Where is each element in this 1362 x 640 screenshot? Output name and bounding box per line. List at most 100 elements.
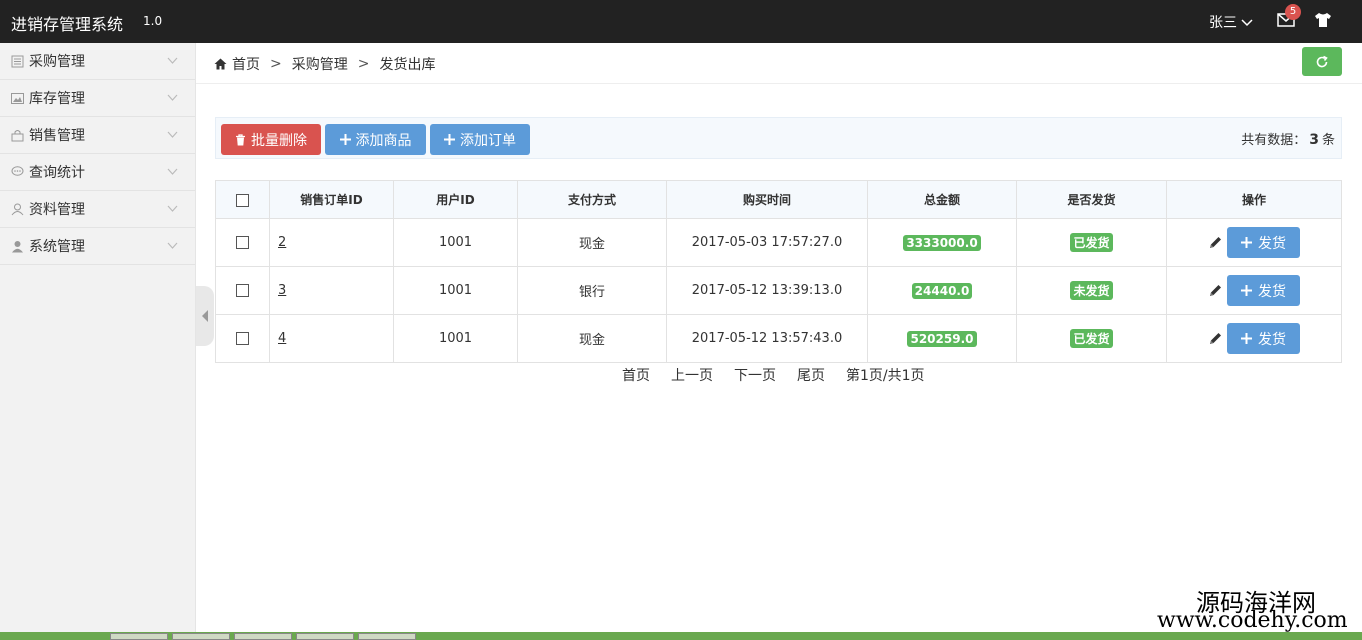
row-checkbox[interactable]	[236, 332, 249, 345]
user-name: 张三	[1209, 15, 1237, 31]
table-row: 4 1001 现金 2017-05-12 13:57:43.0 520259.0…	[215, 314, 1342, 363]
refresh-button[interactable]	[1302, 47, 1342, 76]
pager-last[interactable]: 尾页	[797, 365, 825, 385]
list-icon	[11, 55, 24, 68]
row-select-cell	[215, 266, 270, 315]
sidebar-item-data[interactable]: 资料管理	[0, 191, 195, 228]
ship-button-label: 发货	[1258, 283, 1286, 300]
sidebar-item-label: 查询统计	[29, 165, 85, 181]
breadcrumb-separator: >	[357, 56, 370, 72]
action-toolbar: 批量删除 添加商品 添加订单 共有数据： 3 条	[215, 117, 1342, 159]
amount-cell: 24440.0	[867, 266, 1017, 315]
sidebar-item-purchase[interactable]: 采购管理	[0, 43, 195, 80]
chevron-down-icon	[1241, 19, 1253, 27]
pager-first[interactable]: 首页	[622, 365, 650, 385]
ship-button[interactable]: 发货	[1227, 323, 1300, 354]
plus-icon	[1241, 333, 1252, 344]
shipped-status-badge: 已发货	[1070, 329, 1113, 348]
table-row: 3 1001 银行 2017-05-12 13:39:13.0 24440.0 …	[215, 266, 1342, 315]
chevron-down-icon	[167, 168, 178, 175]
pencil-icon[interactable]	[1208, 235, 1223, 250]
sidebar-item-inventory[interactable]: 库存管理	[0, 80, 195, 117]
pager-next[interactable]: 下一页	[734, 365, 776, 385]
ship-button[interactable]: 发货	[1227, 227, 1300, 258]
amount-cell: 520259.0	[867, 314, 1017, 363]
sidebar-item-system[interactable]: 系统管理	[0, 228, 195, 265]
ship-button-label: 发货	[1258, 235, 1286, 252]
select-all-cell	[215, 180, 270, 219]
shipped-cell: 已发货	[1016, 218, 1167, 267]
sidebar-item-sales[interactable]: 销售管理	[0, 117, 195, 154]
breadcrumb-level1[interactable]: 采购管理	[292, 54, 348, 74]
record-count: 共有数据： 3 条	[1241, 129, 1335, 148]
comment-icon	[11, 166, 24, 179]
sidebar-item-label: 系统管理	[29, 239, 85, 255]
taskbar-button[interactable]	[296, 633, 354, 640]
user-icon	[11, 203, 24, 216]
payment-cell: 现金	[517, 218, 667, 267]
mail-count-badge: 5	[1285, 4, 1301, 20]
sidebar-item-label: 采购管理	[29, 54, 85, 70]
actions-cell: 发货	[1166, 218, 1342, 267]
chevron-down-icon	[167, 94, 178, 101]
add-order-button[interactable]: 添加订单	[430, 124, 530, 155]
pagination: 首页 上一页 下一页 尾页 第1页/共1页	[622, 365, 925, 385]
taskbar-button[interactable]	[172, 633, 230, 640]
select-all-checkbox[interactable]	[236, 193, 249, 207]
order-id-cell: 4	[269, 314, 394, 363]
order-id-link[interactable]: 2	[278, 235, 286, 250]
pencil-icon[interactable]	[1208, 283, 1223, 298]
sidebar-collapse-toggle[interactable]	[196, 286, 214, 346]
shipped-status-badge: 已发货	[1070, 233, 1113, 252]
column-header: 是否发货	[1016, 180, 1167, 219]
table-row: 2 1001 现金 2017-05-03 17:57:27.0 3333000.…	[215, 218, 1342, 267]
pencil-icon[interactable]	[1208, 331, 1223, 346]
top-navbar: 进销存管理系统 1.0 张三 5	[0, 0, 1362, 43]
plus-icon	[1241, 285, 1252, 296]
sidebar-item-query[interactable]: 查询统计	[0, 154, 195, 191]
chevron-left-icon	[202, 310, 208, 322]
chevron-down-icon	[167, 205, 178, 212]
row-checkbox[interactable]	[236, 284, 249, 297]
taskbar-button[interactable]	[110, 633, 168, 640]
amount-cell: 3333000.0	[867, 218, 1017, 267]
watermark-url: www.codehy.com	[1157, 608, 1348, 633]
user-menu[interactable]: 张三	[1209, 12, 1253, 32]
order-id-cell: 2	[269, 218, 394, 267]
shipped-status-badge: 未发货	[1070, 281, 1113, 300]
app-title[interactable]: 进销存管理系统	[11, 11, 123, 35]
ship-button[interactable]: 发货	[1227, 275, 1300, 306]
order-id-link[interactable]: 3	[278, 283, 286, 298]
shipped-cell: 未发货	[1016, 266, 1167, 315]
batch-delete-button[interactable]: 批量删除	[221, 124, 321, 155]
table-header-row: 销售订单ID 用户ID 支付方式 购买时间 总金额 是否发货 操作	[215, 180, 1342, 219]
plus-icon	[1241, 237, 1252, 248]
pager-prev[interactable]: 上一页	[671, 365, 713, 385]
column-header: 支付方式	[517, 180, 667, 219]
ship-button-label: 发货	[1258, 331, 1286, 348]
add-product-button[interactable]: 添加商品	[325, 124, 426, 155]
row-checkbox[interactable]	[236, 236, 249, 249]
purchase-time-cell: 2017-05-12 13:57:43.0	[666, 314, 868, 363]
sidebar: 采购管理 库存管理 销售管理 查询统计 资料管理 系统管理	[0, 43, 196, 640]
breadcrumb-current: 发货出库	[379, 57, 436, 73]
order-id-link[interactable]: 4	[278, 331, 286, 346]
chevron-down-icon	[167, 131, 178, 138]
purchase-time-cell: 2017-05-03 17:57:27.0	[666, 218, 868, 267]
amount-badge: 24440.0	[911, 282, 973, 299]
chevron-down-icon	[167, 242, 178, 249]
image-icon	[11, 92, 24, 105]
tshirt-icon[interactable]	[1314, 12, 1332, 28]
user-id-cell: 1001	[393, 314, 518, 363]
refresh-icon	[1316, 55, 1328, 67]
trash-icon	[236, 133, 245, 145]
payment-cell: 银行	[517, 266, 667, 315]
taskbar-button[interactable]	[358, 633, 416, 640]
record-count-suffix: 条	[1321, 133, 1335, 148]
breadcrumb-separator: >	[270, 56, 282, 72]
purchase-time-cell: 2017-05-12 13:39:13.0	[666, 266, 868, 315]
amount-badge: 520259.0	[907, 330, 977, 347]
sidebar-item-label: 库存管理	[29, 91, 85, 107]
breadcrumb-home[interactable]: 首页	[232, 54, 260, 74]
taskbar-button[interactable]	[234, 633, 292, 640]
